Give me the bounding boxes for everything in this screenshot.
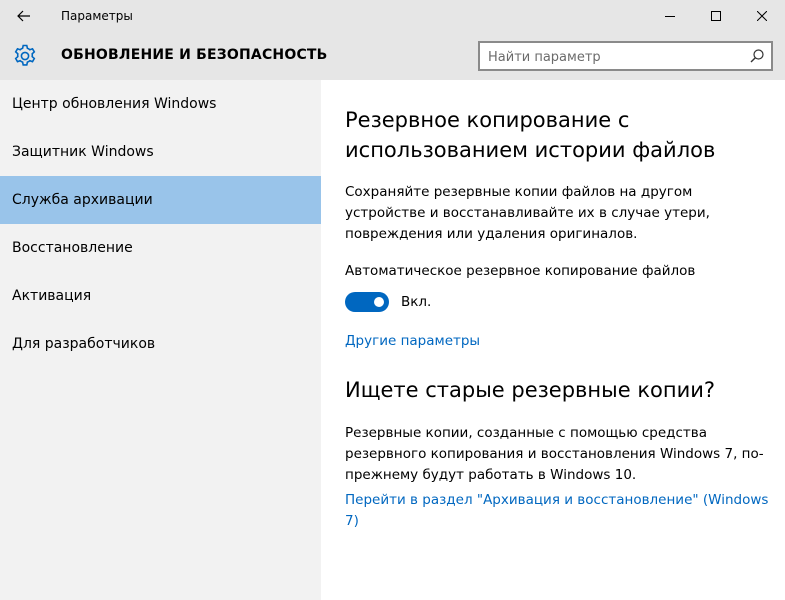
search-input[interactable] [488,47,738,67]
old-backups-heading: Ищете старые резервные копии? [345,378,716,402]
sidebar-item-label: Восстановление [12,240,133,256]
backup-and-restore-link[interactable]: Перейти в раздел "Архивация и восстановл… [345,490,775,532]
sidebar-item-label: Защитник Windows [12,144,154,160]
auto-backup-label: Автоматическое резервное копирование фай… [345,263,696,279]
close-icon [757,11,767,21]
sidebar-item-windows-update[interactable]: Центр обновления Windows [0,80,321,128]
sidebar-item-label: Активация [12,288,92,304]
sidebar: Центр обновления Windows Защитник Window… [0,80,321,600]
search-icon[interactable] [749,48,765,64]
search-box[interactable] [478,41,773,71]
gear-icon [14,44,36,66]
sidebar-item-backup[interactable]: Служба архивации [0,176,321,224]
toggle-state-label: Вкл. [401,294,432,310]
minimize-button[interactable] [647,0,693,32]
close-button[interactable] [739,0,785,32]
minimize-icon [665,16,675,17]
sidebar-item-label: Для разработчиков [12,336,156,352]
sidebar-item-recovery[interactable]: Восстановление [0,224,321,272]
page-title: ОБНОВЛЕНИЕ И БЕЗОПАСНОСТЬ [61,47,328,63]
section-description: Сохраняйте резервные копии файлов на дру… [345,184,710,242]
more-options-link[interactable]: Другие параметры [345,331,775,352]
maximize-icon [711,11,721,21]
title-bar: Параметры [0,0,785,32]
window-title: Параметры [61,9,133,23]
main-content: Резервное копирование с использованием и… [321,80,785,600]
page-header: ОБНОВЛЕНИЕ И БЕЗОПАСНОСТЬ [0,32,785,80]
maximize-button[interactable] [693,0,739,32]
old-backups-text: Резервные копии, созданные с помощью сре… [345,425,764,483]
sidebar-item-for-developers[interactable]: Для разработчиков [0,320,321,368]
toggle-knob [374,297,384,307]
back-button[interactable] [0,0,48,32]
sidebar-item-windows-defender[interactable]: Защитник Windows [0,128,321,176]
sidebar-item-label: Центр обновления Windows [12,96,217,112]
auto-backup-toggle[interactable] [345,292,389,312]
section-heading: Резервное копирование с использованием и… [345,108,716,162]
sidebar-item-label: Служба архивации [12,192,153,208]
sidebar-item-activation[interactable]: Активация [0,272,321,320]
arrow-left-icon [17,10,30,22]
